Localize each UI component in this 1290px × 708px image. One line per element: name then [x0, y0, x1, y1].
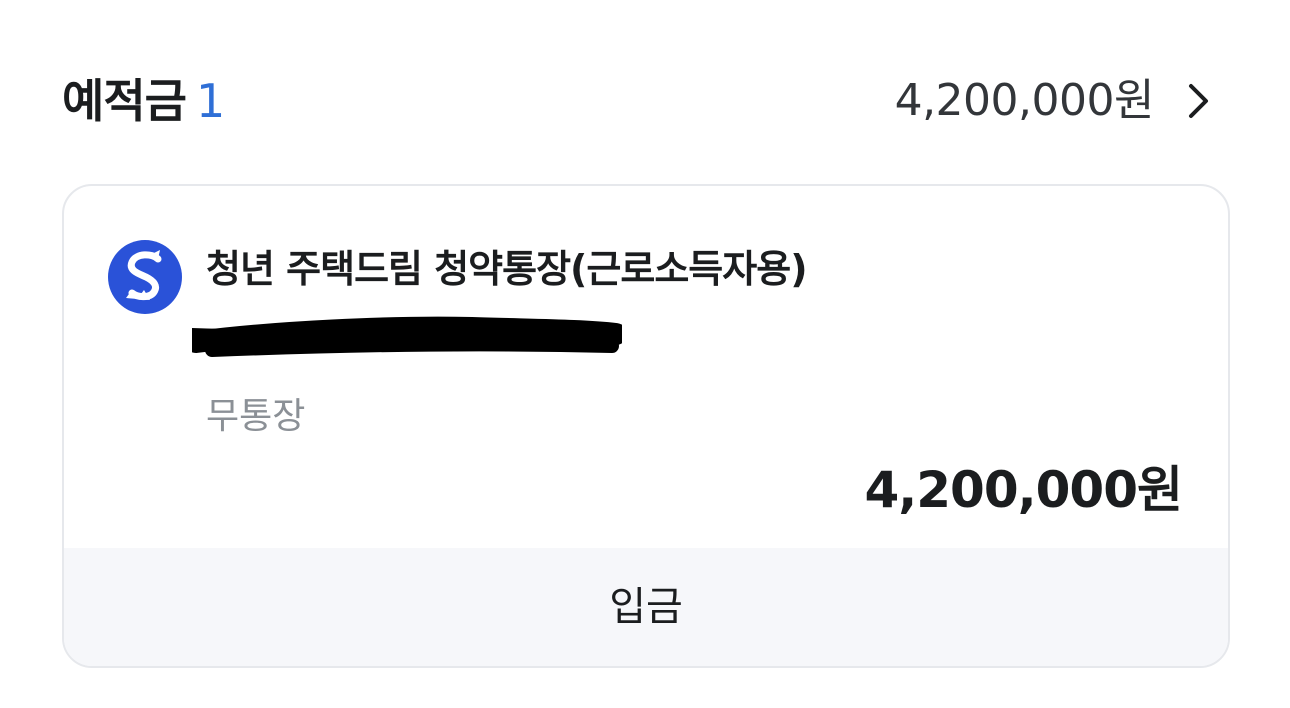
account-name: 청년 주택드림 청약통장(근로소득자용): [206, 247, 808, 291]
redacted-account-number: [192, 316, 622, 357]
account-balance: 4,200,000원: [864, 461, 1183, 519]
account-card[interactable]: 청년 주택드림 청약통장(근로소득자용) 무통장 4,200,000원 입금: [62, 184, 1230, 668]
savings-section-header: 예적금 1 4,200,000원: [62, 66, 1222, 136]
shinhan-bank-logo-icon: [108, 240, 182, 314]
deposit-button-label: 입금: [609, 584, 683, 630]
section-title-label: 예적금: [62, 74, 187, 128]
deposit-button[interactable]: 입금: [64, 548, 1228, 666]
section-title: 예적금 1: [62, 66, 225, 136]
section-count: 1: [195, 74, 225, 128]
account-type: 무통장: [206, 396, 306, 437]
chevron-right-icon: [1189, 84, 1208, 118]
section-total-amount: 4,200,000원: [894, 75, 1155, 126]
section-total-link[interactable]: 4,200,000원: [895, 66, 1222, 136]
